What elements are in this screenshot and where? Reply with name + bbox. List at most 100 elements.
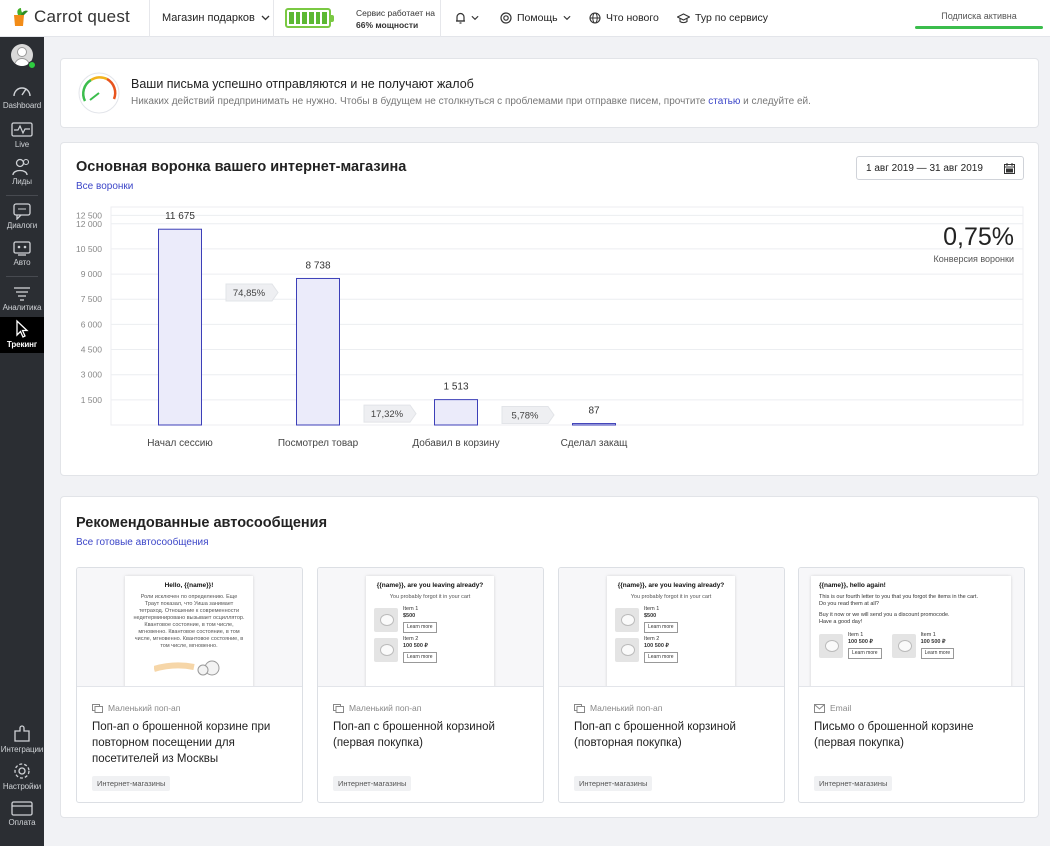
step-conversion-label: 74,85% (233, 288, 266, 299)
date-range-picker[interactable]: 1 авг 2019 — 31 авг 2019 (856, 156, 1024, 180)
sidebar-item-billing[interactable]: Оплата (0, 797, 44, 833)
preview-title: {{name}}, are you leaving already? (376, 582, 484, 589)
y-tick-label: 7 500 (81, 294, 103, 304)
notifications-button[interactable] (455, 12, 479, 24)
y-tick-label: 6 000 (81, 319, 103, 329)
battery-cell (302, 12, 308, 24)
sidebar-item-analytics[interactable]: Аналитика (0, 282, 44, 318)
sidebar-item-auto[interactable]: Авто (0, 237, 44, 273)
sidebar-item-integrations[interactable]: Интеграции (0, 722, 44, 758)
divider (149, 0, 150, 37)
logo[interactable]: Carrot quest (12, 7, 130, 27)
sidebar-item-leads[interactable]: Лиды (0, 156, 44, 192)
battery-cell (289, 12, 294, 24)
alert-text-before: Никаких действий предпринимать не нужно.… (131, 96, 709, 107)
mail-icon (814, 703, 825, 713)
item-price: 100 500 ₽ (403, 643, 428, 649)
users-icon (12, 158, 30, 176)
sidebar-item-settings[interactable]: Настройки (0, 759, 44, 795)
template-preview: {{name}}, are you leaving already? You p… (318, 568, 543, 687)
chat-icon (13, 203, 31, 220)
template-card[interactable]: {{name}}, are you leaving already? You p… (558, 567, 785, 803)
preview-line: Buy it now or we will send you a discoun… (819, 612, 950, 618)
sidebar-divider (6, 276, 38, 277)
funnel-bar (572, 423, 616, 426)
sidebar: Dashboard Live Лиды Диалоги Авто Аналити… (0, 0, 44, 846)
popup-preview: {{name}}, are you leaving already? You p… (607, 576, 735, 686)
sidebar-item-label: Авто (13, 258, 31, 267)
service-tour-link[interactable]: Тур по сервису (677, 12, 768, 24)
alert-text-after: и следуйте ей. (740, 96, 811, 107)
template-name: Поп-ап с брошенной корзиной (повторная п… (574, 721, 736, 749)
preview-item: Item 1 $500 Learn more (615, 606, 727, 633)
item-price: $500 (403, 613, 416, 619)
template-name: Поп-ап с брошенной корзиной (первая поку… (333, 721, 495, 749)
all-funnels-link[interactable]: Все воронки (76, 181, 133, 192)
template-type-label: Email (830, 703, 852, 713)
service-status-line2: 66% мощности (356, 20, 419, 30)
preview-subtitle: You probably forgot it in your cart (389, 594, 471, 600)
shop-selector[interactable]: Магазин подарков (162, 12, 270, 24)
robot-icon (13, 241, 31, 256)
item-name: Item 1 (920, 632, 936, 638)
help-menu-label: Помощь (517, 12, 558, 24)
whats-new-link[interactable]: Что нового (589, 12, 659, 24)
sidebar-item-tracking[interactable]: Трекинг (0, 317, 44, 353)
email-health-card: Ваши письма успешно отправляются и не по… (60, 58, 1039, 128)
gear-icon (14, 763, 30, 779)
sidebar-item-dialogs[interactable]: Диалоги (0, 200, 44, 236)
top-bar: Carrot quest Магазин подарков Сервис раб… (0, 0, 1050, 37)
preview-item: Item 2 100 500 ₽ Learn more (374, 636, 486, 663)
template-card[interactable]: Hello, {{name}}! Роли исключен по опреде… (76, 567, 303, 803)
filter-icon (14, 287, 30, 301)
template-preview: {{name}}, hello again! This is our fourt… (799, 568, 1024, 687)
funnel-card: Основная воронка вашего интернет-магазин… (60, 142, 1039, 476)
template-type: Маленький поп-ап (92, 703, 180, 713)
sidebar-item-live[interactable]: Live (0, 119, 44, 155)
funnel-chart: 1 5003 0004 5006 0007 5009 00010 50012 0… (76, 206, 1024, 449)
sidebar-item-label: Диалоги (6, 221, 38, 230)
service-load-battery[interactable] (285, 8, 334, 28)
whats-new-label: Что нового (606, 12, 659, 24)
sidebar-item-label: Dashboard (2, 101, 42, 110)
category-label: Посмотрел товар (278, 438, 359, 449)
template-type-label: Маленький поп-ап (590, 703, 663, 713)
y-tick-label: 9 000 (81, 269, 103, 279)
preview-line: Have a good day! (819, 619, 863, 625)
sidebar-item-label: Live (14, 140, 30, 149)
item-button: Learn more (403, 622, 437, 633)
pulse-icon (11, 122, 33, 137)
help-menu[interactable]: Помощь (500, 12, 571, 24)
graduation-cap-icon (677, 12, 690, 23)
step-conversion-label: 17,32% (371, 409, 404, 420)
sidebar-item-dashboard[interactable]: Dashboard (0, 80, 44, 116)
all-automessages-link[interactable]: Все готовые автосообщения (76, 537, 209, 548)
recommendations-title: Рекомендованные автосообщения (76, 515, 328, 531)
conversion-label: Конверсия воронки (933, 254, 1014, 264)
template-card[interactable]: {{name}}, hello again! This is our fourt… (798, 567, 1025, 803)
lifebuoy-icon (500, 12, 512, 24)
battery-tip (331, 15, 334, 22)
popup-icon (574, 703, 585, 713)
funnel-bar (158, 228, 202, 426)
preview-title: Hello, {{name}}! (164, 582, 214, 589)
item-button: Learn more (848, 648, 882, 659)
article-link[interactable]: статью (708, 96, 740, 107)
template-tag: Интернет-магазины (92, 776, 171, 791)
preview-title: {{name}}, are you leaving already? (617, 582, 725, 589)
funnel-bar (296, 277, 340, 426)
calendar-icon (1004, 163, 1015, 174)
popup-icon (92, 703, 103, 713)
item-name: Item 1 (848, 632, 864, 638)
bell-icon (456, 12, 465, 24)
date-range-value: 1 авг 2019 — 31 авг 2019 (866, 163, 983, 174)
category-label: Добавил в корзину (412, 437, 499, 449)
subscription-status[interactable]: Подписка активна (915, 11, 1043, 21)
chevron-down-icon (471, 15, 479, 21)
template-tag: Интернет-магазины (814, 776, 893, 791)
template-type-label: Маленький поп-ап (108, 703, 181, 713)
y-tick-label: 4 500 (81, 345, 103, 355)
item-thumbnail (615, 607, 639, 632)
item-price: $500 (644, 613, 657, 619)
template-card[interactable]: {{name}}, are you leaving already? You p… (317, 567, 544, 803)
